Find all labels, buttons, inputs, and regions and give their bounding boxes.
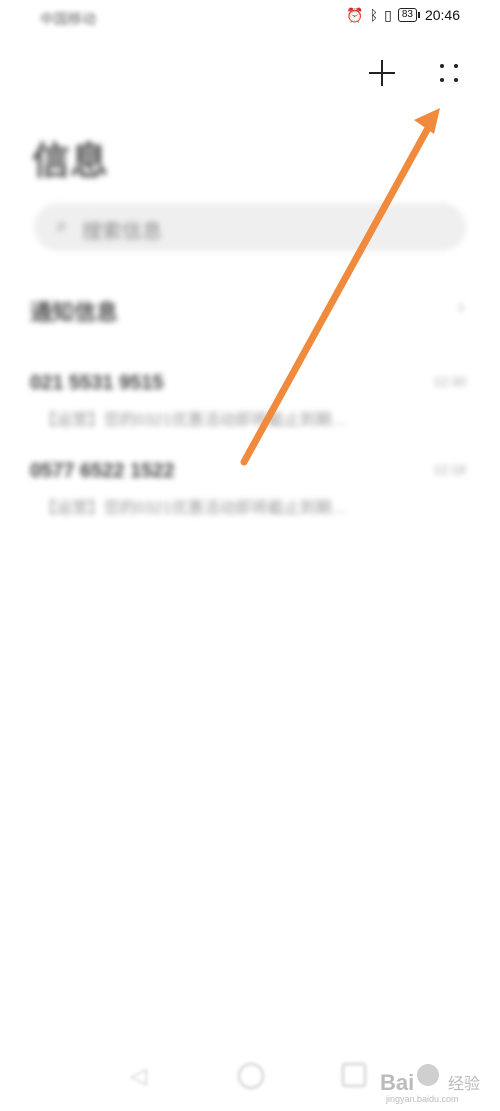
watermark-logo-tail: 经验 <box>448 1076 481 1093</box>
chevron-right-icon: › <box>458 297 464 317</box>
message-sender: 0577 6522 1522 <box>30 460 175 482</box>
notifications-label: 通知信息 <box>30 300 119 325</box>
status-icons: ⏰ ᛒ ▯ 83 20:46 <box>346 7 460 23</box>
page-title: 信息 <box>32 141 109 183</box>
add-message-button[interactable] <box>364 55 400 91</box>
search-placeholder: 搜索信息 <box>82 221 162 243</box>
clock: 20:46 <box>424 7 460 23</box>
back-icon[interactable]: ◁ <box>130 1063 147 1089</box>
bluetooth-icon: ᛒ <box>369 7 379 23</box>
battery-icon: 83 <box>397 8 421 22</box>
message-sender: 021 5531 9515 <box>30 372 164 394</box>
message-time: 12:30 <box>433 374 466 389</box>
vibrate-icon: ▯ <box>384 7 392 23</box>
home-icon[interactable] <box>238 1063 264 1089</box>
message-list-item[interactable]: 0577 6522 1522 12:18 【运营】您的0321优惠活动即将截止到… <box>30 460 470 530</box>
search-icon: ⌕ <box>56 215 68 237</box>
alarm-icon: ⏰ <box>346 7 364 23</box>
message-preview: 【运营】您的0321优惠活动即将截止到期… <box>40 500 348 517</box>
more-options-button[interactable] <box>432 56 468 92</box>
paw-icon <box>417 1064 439 1086</box>
watermark-url: jingyan.baidu.com <box>386 1094 459 1104</box>
message-time: 12:18 <box>433 462 466 477</box>
watermark-logo: Bai <box>380 1070 415 1095</box>
notifications-row[interactable]: 通知信息 › <box>30 295 470 331</box>
message-preview: 【运营】您的0321优惠活动即将截止到期… <box>40 412 348 429</box>
baidu-watermark: Bai 经验 jingyan.baidu.com <box>380 1062 490 1104</box>
message-list-item[interactable]: 021 5531 9515 12:30 【运营】您的0321优惠活动即将截止到期… <box>30 372 470 442</box>
recents-icon[interactable] <box>342 1063 366 1087</box>
carrier-name: 中国移动 <box>40 11 96 27</box>
status-bar: 中国移动 ⏰ ᛒ ▯ 83 20:46 <box>0 0 500 36</box>
search-input[interactable]: ⌕ 搜索信息 <box>34 203 466 251</box>
